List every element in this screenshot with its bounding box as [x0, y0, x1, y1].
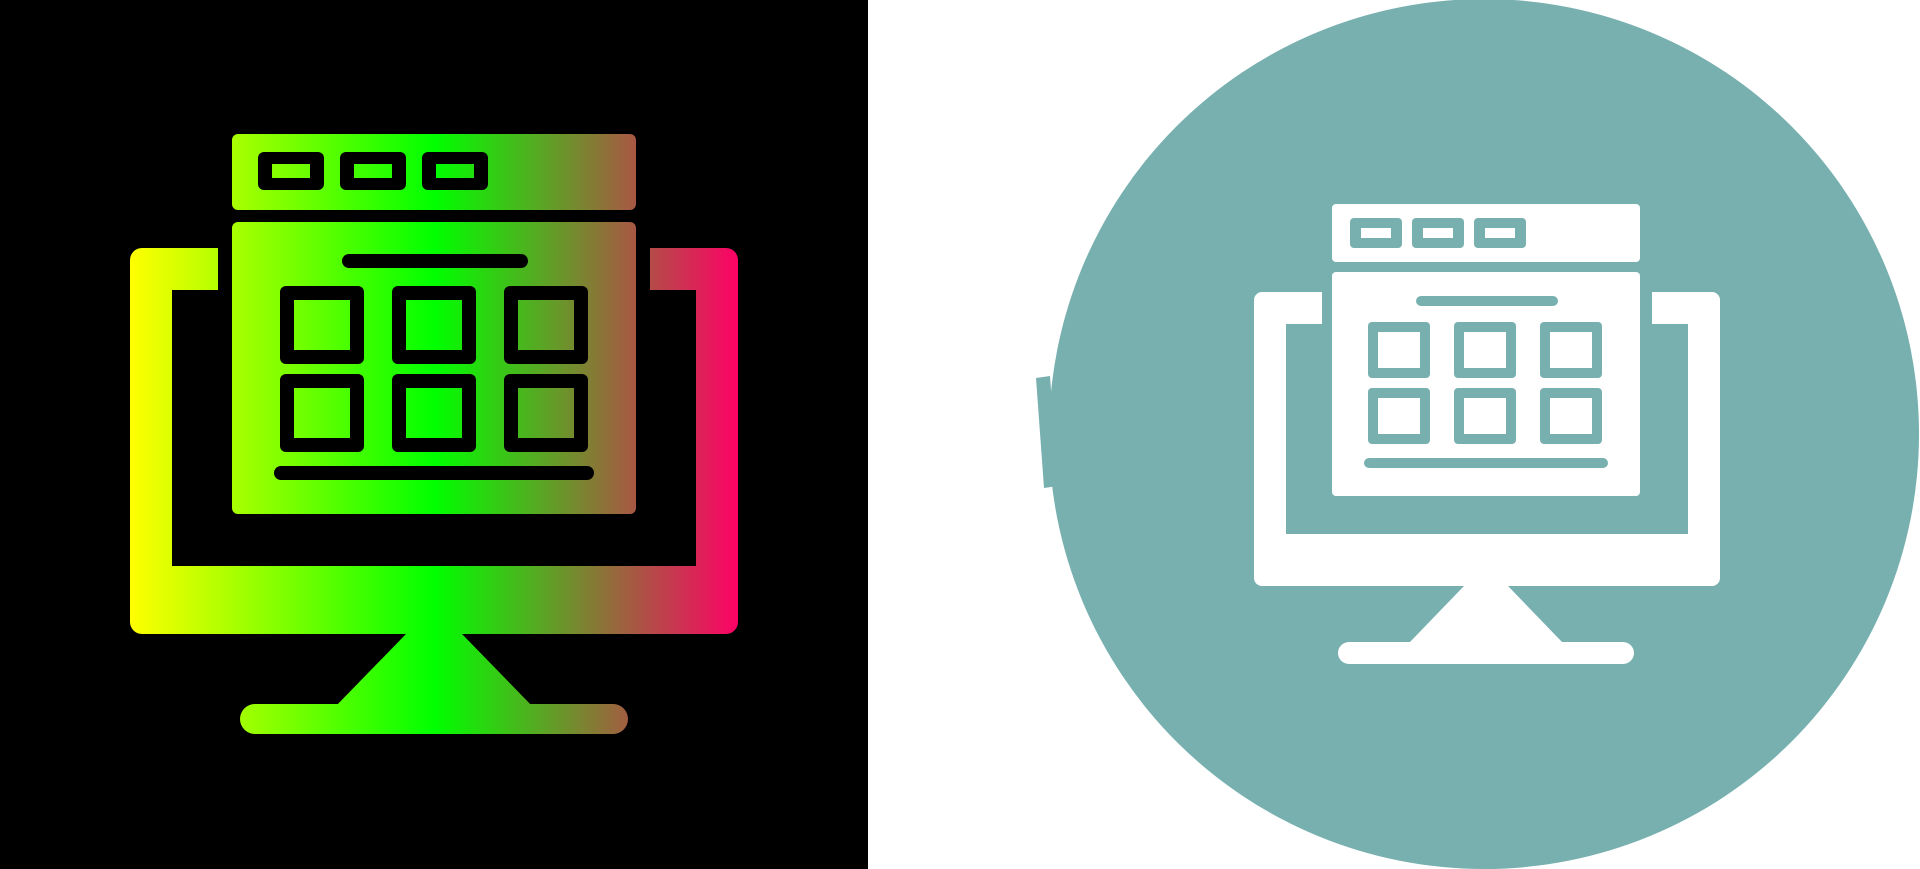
icon-showcase	[0, 0, 1920, 869]
gradient-variant-panel	[0, 0, 868, 869]
glyph-circle-variant-panel	[868, 0, 1920, 869]
monitor-grid-circle-icon	[868, 0, 1920, 869]
monitor-grid-gradient-icon	[0, 0, 868, 869]
